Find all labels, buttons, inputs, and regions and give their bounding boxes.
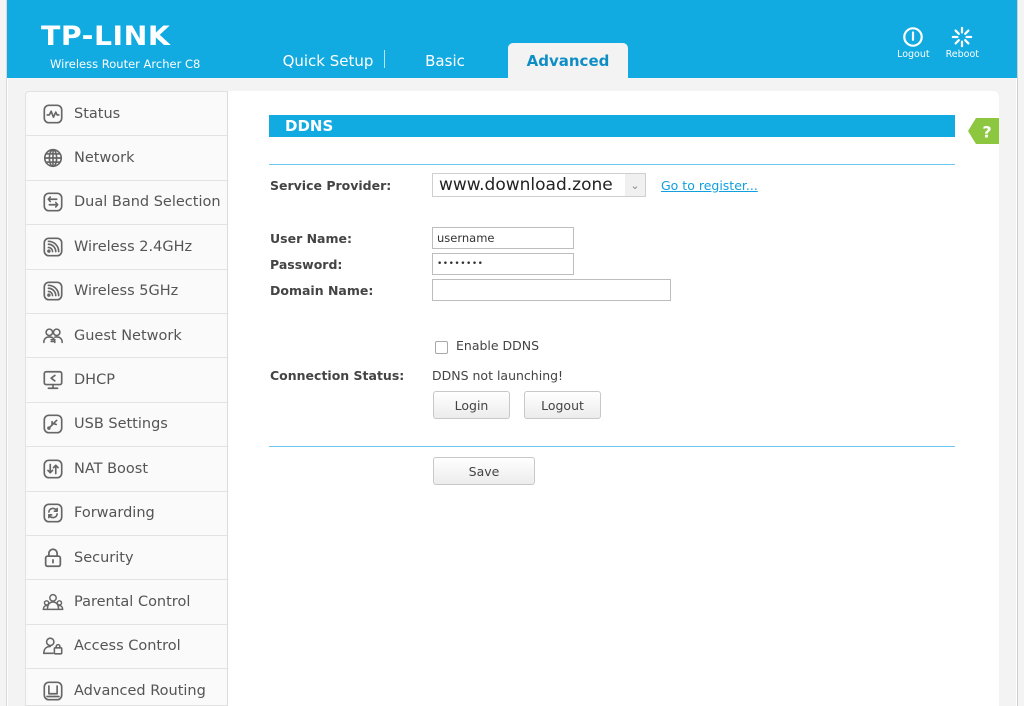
chevron-down-icon: ⌄ [625,174,645,196]
window-frame-right [1017,0,1024,706]
sidebar-item-label: NAT Boost [74,460,149,477]
tab-advanced[interactable]: Advanced [508,43,628,78]
guest-network-icon [42,325,64,347]
sidebar-item-label: Status [74,105,121,122]
sidebar-item-access-control[interactable]: Access Control [26,625,227,670]
forwarding-icon [42,502,64,524]
globe-icon [42,147,64,169]
routing-icon [42,680,64,702]
sidebar-item-label: Dual Band Selection [74,194,221,211]
save-button[interactable]: Save [433,457,535,485]
password-input[interactable]: •••••••• [432,253,574,275]
sidebar-item-wireless-5ghz[interactable]: Wireless 5GHz [26,270,227,314]
sidebar-menu: Status Network Dual Band Selection Wirel… [25,91,228,706]
sidebar-item-label: Guest Network [74,327,182,344]
help-button[interactable]: ? [968,118,999,144]
reboot-label: Reboot [945,49,979,60]
connection-status-value: DDNS not launching! [432,368,564,383]
service-provider-label: Service Provider: [270,178,392,193]
sidebar-item-status[interactable]: Status [26,92,227,137]
sidebar-item-label: Parental Control [74,593,191,610]
ddns-panel: DDNS ? Service Provider: www.download.zo… [228,91,999,706]
sidebar-item-advanced-routing[interactable]: Advanced Routing [26,669,227,706]
top-header: TP-LINK Wireless Router Archer C8 Quick … [7,0,1017,78]
logout-label: Logout [897,49,930,60]
divider [269,164,955,165]
status-icon [42,103,64,125]
tab-quick-setup[interactable]: Quick Setup [272,43,384,78]
main-tabs: Quick Setup Basic Advanced [272,43,628,78]
enable-ddns-label: Enable DDNS [456,338,540,353]
sidebar-item-label: Wireless 2.4GHz [74,238,193,255]
sidebar-item-label: Network [74,150,135,167]
user-name-input[interactable]: username [432,227,574,249]
dhcp-icon [42,369,64,391]
sidebar-item-dual-band-selection[interactable]: Dual Band Selection [26,181,227,226]
connection-status-label: Connection Status: [270,368,405,383]
router-model: Wireless Router Archer C8 [50,57,201,71]
domain-name-label: Domain Name: [270,283,374,298]
sidebar-item-network[interactable]: Network [26,136,227,181]
sidebar-item-label: Security [74,549,134,566]
tab-basic[interactable]: Basic [385,43,505,78]
help-icon: ? [982,123,991,142]
reboot-icon [952,26,973,48]
sidebar-item-label: Forwarding [74,505,155,522]
enable-ddns-checkbox[interactable] [435,341,448,354]
domain-name-input[interactable] [432,279,671,301]
brand: TP-LINK Wireless Router Archer C8 [41,22,201,72]
sidebar-item-label: USB Settings [74,416,168,433]
wireless-icon [42,236,64,258]
sidebar-item-label: DHCP [74,372,115,389]
sidebar-item-dhcp[interactable]: DHCP [26,358,227,403]
sidebar-item-usb-settings[interactable]: USB Settings [26,403,227,448]
parental-control-icon [42,591,64,613]
usb-icon [42,413,64,435]
brand-logo: TP-LINK [41,21,171,52]
sidebar-item-forwarding[interactable]: Forwarding [26,492,227,536]
wireless-icon [42,280,64,302]
dual-band-icon [42,191,64,213]
sidebar-item-parental-control[interactable]: Parental Control [26,580,227,625]
service-provider-value: www.download.zone [439,175,613,195]
sidebar-item-label: Access Control [74,638,181,655]
login-button[interactable]: Login [433,391,510,419]
password-label: Password: [270,257,343,272]
sidebar-item-nat-boost[interactable]: NAT Boost [26,447,227,492]
sidebar-item-label: Wireless 5GHz [74,283,179,300]
window-frame-left [0,0,7,706]
section-title: DDNS [269,115,955,137]
user-name-label: User Name: [270,231,352,246]
sidebar-item-label: Advanced Routing [74,682,206,699]
reboot-button[interactable]: Reboot [946,26,979,60]
power-icon [903,27,924,47]
logout-ddns-button[interactable]: Logout [524,391,601,419]
lock-icon [42,547,64,569]
go-to-register-link[interactable]: Go to register... [661,178,758,193]
nat-boost-icon [42,458,64,480]
sidebar-item-security[interactable]: Security [26,536,227,581]
divider [269,446,955,447]
service-provider-select[interactable]: www.download.zone ⌄ [432,173,646,197]
header-actions: Logout Reboot [897,26,979,60]
sidebar-item-wireless-2-4ghz[interactable]: Wireless 2.4GHz [26,225,227,270]
logout-button[interactable]: Logout [897,26,930,60]
sidebar-item-guest-network[interactable]: Guest Network [26,314,227,359]
access-control-icon [42,635,64,657]
